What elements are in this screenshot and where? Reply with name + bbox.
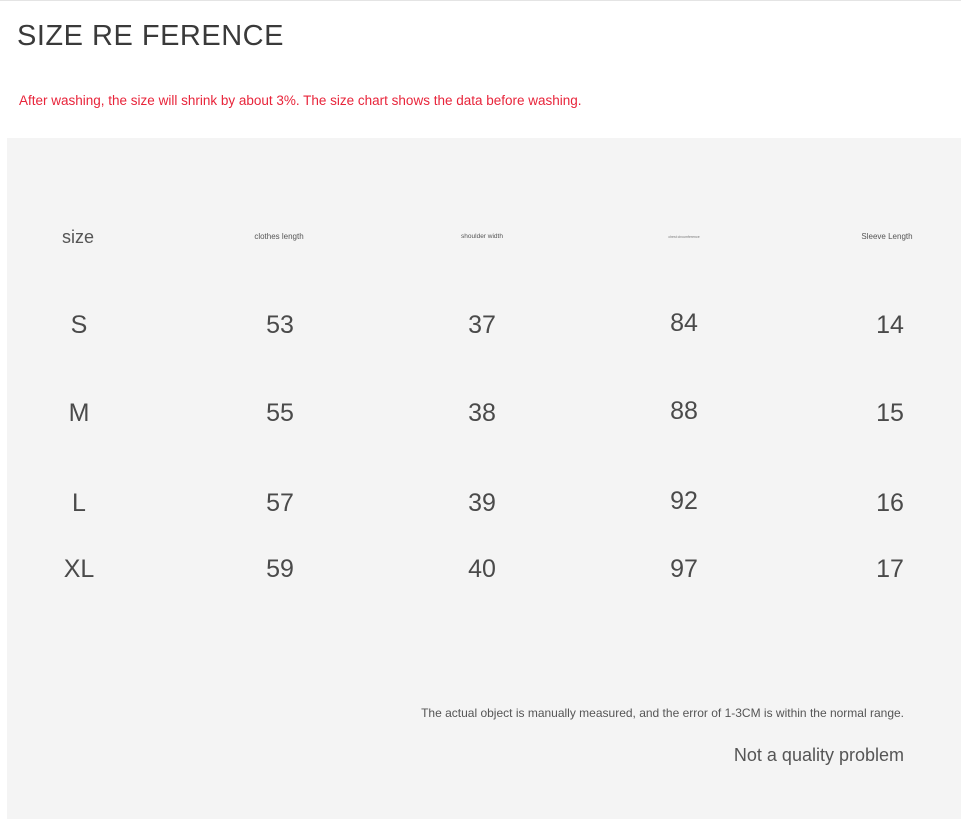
row-m-shoulder-width: 38 [468, 399, 496, 427]
row-s-sleeve-length: 14 [876, 311, 904, 339]
row-xl-shoulder-width: 40 [468, 555, 496, 583]
row-xl-chest: 97 [670, 555, 698, 583]
washing-shrink-notice: After washing, the size will shrink by a… [19, 93, 582, 108]
header-size: size [61, 227, 95, 247]
row-s-chest: 84 [670, 309, 698, 337]
row-l-sleeve-length: 16 [876, 489, 904, 517]
quality-note: Not a quality problem [733, 745, 904, 765]
row-xl-sleeve-length: 17 [876, 555, 904, 583]
top-divider [0, 0, 961, 1]
row-m-chest: 88 [670, 397, 698, 425]
row-m-sleeve-length: 15 [876, 399, 904, 427]
row-s-clothes-length: 53 [266, 311, 294, 339]
row-l-shoulder-width: 39 [468, 489, 496, 517]
row-xl-size: XL [63, 555, 95, 583]
page-title: SIZE RE FERENCE [17, 20, 284, 52]
header-shoulder-width: shoulder width [461, 233, 503, 240]
size-reference-page: SIZE RE FERENCE After washing, the size … [0, 0, 961, 819]
row-l-size: L [72, 489, 86, 517]
row-m-clothes-length: 55 [266, 399, 294, 427]
measurement-footnote: The actual object is manually measured, … [421, 706, 904, 720]
row-m-size: M [68, 399, 90, 427]
row-l-clothes-length: 57 [266, 489, 294, 517]
row-s-shoulder-width: 37 [468, 311, 496, 339]
row-s-size: S [70, 311, 88, 339]
row-l-chest: 92 [670, 487, 698, 515]
header-clothes-length: clothes length [254, 232, 304, 241]
header-sleeve-length: Sleeve Length [861, 232, 913, 241]
header-chest-circumference: chest circumference [668, 235, 700, 239]
row-xl-clothes-length: 59 [266, 555, 294, 583]
